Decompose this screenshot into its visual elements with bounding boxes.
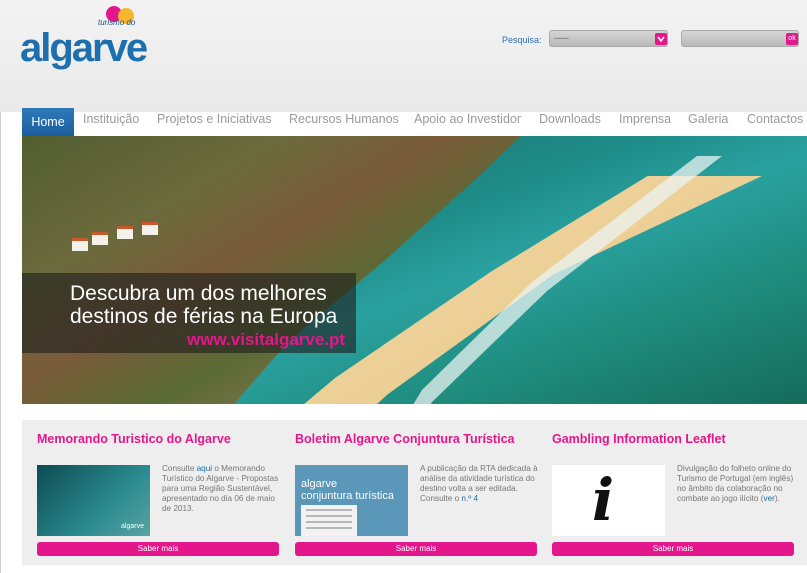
hero-houses xyxy=(62,222,182,266)
card-description: Consulte aqui o Memorando Turístico do A… xyxy=(162,464,279,513)
search-ok-button[interactable]: ok xyxy=(786,33,798,45)
thumb-mark: algarve xyxy=(121,523,144,530)
thumb-line1: algarve xyxy=(301,478,338,490)
card-gambling: Gambling Information Leaflet i Divulgaçã… xyxy=(537,420,794,565)
hero-headline-line2: destinos de férias na Europa xyxy=(70,305,338,328)
hero-url-link[interactable]: www.visitalgarve.pt xyxy=(187,330,345,350)
main-nav: Home Instituição Projetos e Iniciativas … xyxy=(0,108,807,136)
nav-item-apoio-investidor[interactable]: Apoio ao Investidor xyxy=(414,112,521,126)
search-label: Pesquisa: xyxy=(502,35,542,45)
ver-link[interactable]: ver xyxy=(763,494,774,503)
info-icon: i xyxy=(592,466,615,534)
nav-item-recursos-humanos[interactable]: Recursos Humanos xyxy=(289,112,399,126)
logo-wordmark: algarve xyxy=(20,26,148,70)
search-input[interactable] xyxy=(681,30,799,47)
nav-item-galeria[interactable]: Galeria xyxy=(688,112,728,126)
card-description: Divulgação do folheto online do Turismo … xyxy=(677,464,794,503)
card-thumbnail[interactable]: algarve xyxy=(37,465,150,536)
card-thumbnail[interactable]: i xyxy=(552,465,665,536)
saber-mais-button[interactable]: Saber mais xyxy=(295,542,537,556)
saber-mais-button[interactable]: Saber mais xyxy=(37,542,279,556)
select-dropdown-button[interactable] xyxy=(655,33,667,45)
thumb-line2: conjuntura turística xyxy=(301,490,394,502)
nav-item-downloads[interactable]: Downloads xyxy=(539,112,601,126)
site-logo[interactable]: turismo do algarve xyxy=(20,6,160,76)
header: turismo do algarve Pesquisa: ----- ok xyxy=(0,0,807,112)
card-title[interactable]: Gambling Information Leaflet xyxy=(552,432,726,446)
n4-link[interactable]: n.º 4 xyxy=(461,494,478,503)
card-title[interactable]: Memorando Turistico do Algarve xyxy=(37,432,231,446)
nav-item-contactos[interactable]: Contactos xyxy=(747,112,803,126)
card-title[interactable]: Boletim Algarve Conjuntura Turística xyxy=(295,432,514,446)
nav-item-home[interactable]: Home xyxy=(22,108,74,136)
thumb-paper xyxy=(301,505,357,536)
card-description: A publicação da RTA dedicada à análise d… xyxy=(420,464,538,503)
chevron-down-icon xyxy=(657,36,665,43)
hero-headline-line1: Descubra um dos melhores xyxy=(70,282,327,305)
nav-item-instituicao[interactable]: Instituição xyxy=(83,112,139,126)
card-boletim: Boletim Algarve Conjuntura Turística alg… xyxy=(280,420,538,565)
card-thumbnail[interactable]: algarve conjuntura turística xyxy=(295,465,408,536)
nav-item-projetos[interactable]: Projetos e Iniciativas xyxy=(157,112,272,126)
select-value: ----- xyxy=(554,33,569,43)
feature-cards: Memorando Turistico do Algarve algarve C… xyxy=(22,420,807,565)
aqui-link[interactable]: aqui xyxy=(197,464,212,473)
nav-item-imprensa[interactable]: Imprensa xyxy=(619,112,671,126)
search-category-select[interactable]: ----- xyxy=(549,30,668,47)
card-memorando: Memorando Turistico do Algarve algarve C… xyxy=(22,420,279,565)
hero-banner[interactable]: Descubra um dos melhores destinos de fér… xyxy=(22,136,807,404)
saber-mais-button[interactable]: Saber mais xyxy=(552,542,794,556)
